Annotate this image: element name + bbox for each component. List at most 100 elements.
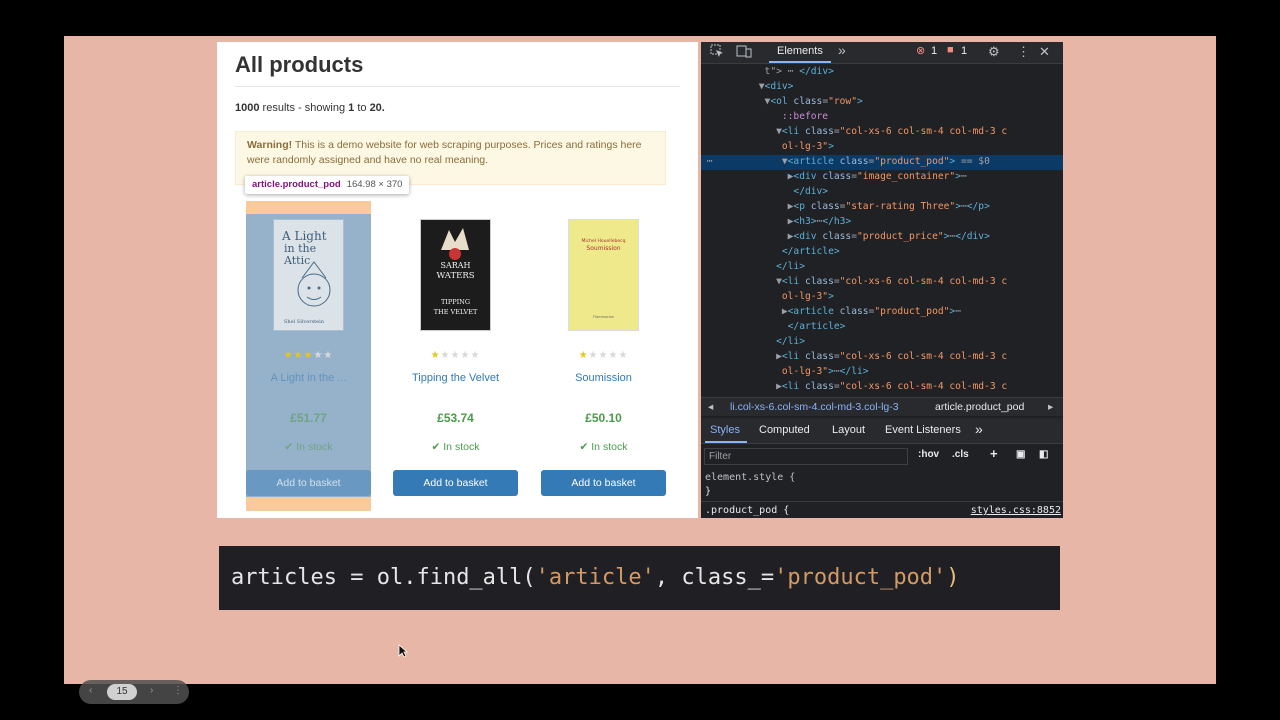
dom-node[interactable]: ol-lg-3"> [701,290,1063,305]
close-icon[interactable]: ✕ [1039,44,1050,60]
style-rule-selector[interactable]: element.style { [705,472,795,483]
dom-node[interactable]: ▶<h3>⋯</h3> [701,215,1063,230]
more-tabs-icon[interactable]: » [975,421,983,437]
add-to-basket-button[interactable]: Add to basket [246,470,371,496]
svg-text:SARAH: SARAH [440,261,470,270]
product-title-link[interactable]: A Light in the ... [246,372,371,384]
paint-icon[interactable]: ▣ [1016,449,1025,460]
inspect-tooltip: article.product_pod 164.98 × 370 [245,176,410,194]
check-icon: ✔ [579,441,592,453]
page-title: All products [235,52,364,77]
check-icon: ✔ [284,441,297,453]
breadcrumb-item[interactable]: li.col-xs-6.col-sm-4.col-md-3.col-lg-3 [730,401,899,413]
product-price: £53.74 [437,411,474,425]
dom-node-selected[interactable]: ⋯ ▼<article class="product_pod"> == $0 [701,155,1063,170]
styles-pane: element.style { } .product_pod { styles.… [701,468,1063,518]
kebab-menu-icon[interactable]: ⋮ [1017,44,1030,60]
dom-node[interactable]: </li> [701,335,1063,350]
dom-node[interactable]: ▼<div> [701,80,1063,95]
svg-text:WATERS: WATERS [436,271,474,281]
star-rating: ★★★★★ [283,350,334,361]
product-card[interactable]: A Light in the Attic Shel Silverstein ★★… [246,217,371,513]
product-title-link[interactable]: Tipping the Velvet [393,372,518,384]
active-tab-indicator [769,61,831,63]
gear-icon[interactable]: ⚙ [988,44,1000,60]
stylesheet-link[interactable]: styles.css:8852 [971,505,1061,516]
more-tabs-icon[interactable]: » [838,42,846,58]
svg-text:Shel Silverstein: Shel Silverstein [284,319,325,325]
book-cover-image[interactable]: A Light in the Attic Shel Silverstein [273,219,344,331]
dom-node[interactable]: ▶<article class="product_pod">⋯ [701,305,1063,320]
tab-event-listeners[interactable]: Event Listeners [885,424,961,436]
tab-styles[interactable]: Styles [710,424,740,436]
chevron-left-icon[interactable]: ‹ [89,685,92,696]
add-to-basket-button[interactable]: Add to basket [541,470,666,496]
tab-layout[interactable]: Layout [832,424,865,436]
cls-toggle[interactable]: .cls [952,449,969,460]
code-snippet: articles = ol.find_all('article', class_… [219,546,1060,610]
hov-toggle[interactable]: :hov [918,449,939,460]
book-cover-image[interactable]: SARAH WATERS TIPPING THE VELVET [420,219,491,331]
product-title-link[interactable]: Soumission [541,372,666,384]
chevron-right-icon[interactable]: ▸ [1048,401,1053,413]
dom-node[interactable]: t"> ⋯ </div> [701,65,1063,80]
product-card[interactable]: SARAH WATERS TIPPING THE VELVET ★★★★★ Ti… [393,217,518,513]
dom-node[interactable]: </article> [701,320,1063,335]
product-card[interactable]: Michel Houellebecq Soumission Flammarion… [541,217,666,513]
active-tab-indicator [705,441,747,443]
devtools-toolbar: Elements » ⊗ 1 ■ 1 ⚙ ⋮ ✕ [701,42,1063,64]
results-summary: 1000 results - showing 1 to 20. [235,102,385,114]
chevron-right-icon[interactable]: › [150,685,153,696]
dom-tree: t"> ⋯ </div> ▼<div> ▼<ol class="row"> ::… [701,64,1063,392]
mouse-cursor-icon [398,644,409,658]
add-to-basket-button[interactable]: Add to basket [393,470,518,496]
add-rule-icon[interactable]: + [990,446,998,461]
svg-text:Michel Houellebecq: Michel Houellebecq [582,238,626,244]
more-icon[interactable]: ⋮ [173,685,183,696]
breadcrumb-item-active[interactable]: article.product_pod [935,401,1024,413]
dom-node[interactable]: ▶<div class="image_container">⋯ [701,170,1063,185]
availability: ✔ In stock [284,441,333,453]
product-page: All products 1000 results - showing 1 to… [217,42,698,518]
dom-node[interactable]: ▼<li class="col-xs-6 col-sm-4 col-md-3 c [701,125,1063,140]
style-rule-selector[interactable]: .product_pod { [705,505,789,516]
dom-node[interactable]: ol-lg-3"> [701,140,1063,155]
star-rating: ★★★★★ [578,350,629,361]
styles-filter-bar: Filter :hov .cls + ▣ ◧ [701,445,1063,467]
dom-node[interactable]: ▶<p class="star-rating Three">⋯</p> [701,200,1063,215]
filter-input[interactable]: Filter [704,448,908,465]
breadcrumb: ◂ li.col-xs-6.col-sm-4.col-md-3.col-lg-3… [701,397,1063,416]
dom-node[interactable]: </article> [701,245,1063,260]
dom-node[interactable]: ▼<li class="col-xs-6 col-sm-4 col-md-3 c [701,275,1063,290]
devtools-panel: Elements » ⊗ 1 ■ 1 ⚙ ⋮ ✕ t"> ⋯ </div> ▼<… [701,42,1063,518]
dom-node[interactable]: ▼<ol class="row"> [701,95,1063,110]
title-divider [235,86,680,87]
svg-text:TIPPING: TIPPING [441,298,470,306]
tab-elements[interactable]: Elements [777,45,823,57]
dom-node[interactable]: ▶<li class="col-xs-6 col-sm-4 col-md-3 c [701,350,1063,365]
dom-node[interactable]: </li> [701,260,1063,275]
sidebar-toggle-icon[interactable]: ◧ [1039,449,1048,460]
svg-text:Flammarion: Flammarion [593,315,614,319]
device-toolbar-icon[interactable] [736,44,752,61]
error-count: 1 [931,45,938,57]
slide-pager: ‹ 15 › ⋮ [79,680,189,704]
product-price: £50.10 [585,411,622,425]
dom-node[interactable]: ::before [701,110,1063,125]
dom-node[interactable]: ol-lg-3">⋯</li> [701,365,1063,380]
availability: ✔ In stock [431,441,480,453]
issue-icon[interactable]: ■ [947,44,954,56]
dom-node[interactable]: ▶<li class="col-xs-6 col-sm-4 col-md-3 c [701,380,1063,395]
dom-node[interactable]: ▶<div class="product_price">⋯</div> [701,230,1063,245]
svg-text:Soumission: Soumission [586,245,620,252]
current-page: 15 [107,684,137,700]
svg-text:THE VELVET: THE VELVET [434,308,478,316]
error-icon[interactable]: ⊗ [916,44,925,57]
dom-node[interactable]: </div> [701,185,1063,200]
inspect-element-icon[interactable] [710,44,724,61]
availability: ✔ In stock [579,441,628,453]
chevron-left-icon[interactable]: ◂ [708,401,713,413]
book-cover-image[interactable]: Michel Houellebecq Soumission Flammarion [568,219,639,331]
tab-computed[interactable]: Computed [759,424,810,436]
svg-text:Attic: Attic [283,254,310,267]
